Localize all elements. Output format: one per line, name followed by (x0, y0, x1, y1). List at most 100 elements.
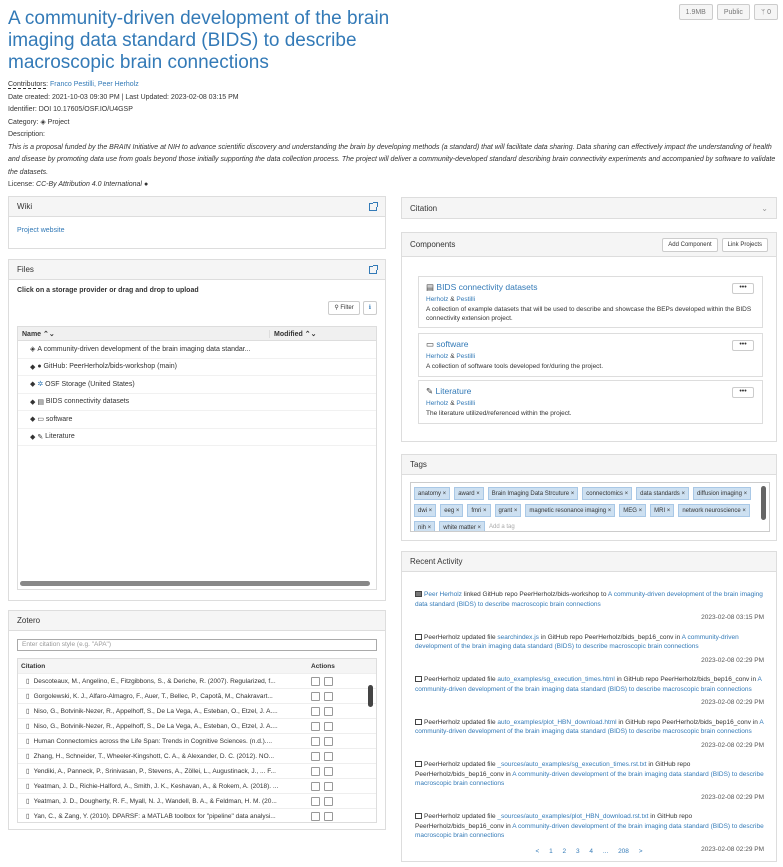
tree-row-project[interactable]: ◈ A community-driven development of the … (18, 341, 376, 359)
tag[interactable]: magnetic resonance imaging × (525, 504, 616, 517)
user-link[interactable]: Peer Herholz (424, 591, 462, 598)
page-3[interactable]: 3 (576, 848, 580, 855)
wiki-link[interactable]: Project website (17, 227, 64, 234)
file-link[interactable]: auto_examples/sg_execution_times.html (497, 676, 614, 683)
download-icon[interactable] (311, 721, 320, 731)
file-link[interactable]: auto_examples/plot_HBN_download.html (497, 719, 616, 726)
component-title[interactable]: BIDS connectivity datasets (436, 282, 537, 292)
page-last[interactable]: 208 (618, 848, 629, 855)
tag[interactable]: grant × (494, 504, 522, 517)
contributors-list[interactable]: Franco Pestilli, Peer Herholz (50, 81, 139, 88)
col-name[interactable]: Name ⌃⌄ (18, 329, 270, 338)
open-external-icon[interactable] (324, 721, 333, 731)
col-modified[interactable]: Modified ⌃⌄ (270, 330, 316, 338)
download-icon[interactable] (311, 691, 320, 701)
citation-row[interactable]: ▯ Yan, C., & Zang, Y. (2010). DPARSF: a M… (18, 809, 376, 822)
download-icon[interactable] (311, 781, 320, 791)
vertical-scrollbar[interactable] (761, 486, 766, 520)
link-projects-button[interactable]: Link Projects (721, 237, 768, 252)
download-icon[interactable] (311, 751, 320, 761)
info-icon[interactable]: ● (144, 181, 148, 188)
citation-row[interactable]: ▯ Human Connectomics across the Life Span… (18, 734, 376, 749)
citation-row[interactable]: ▯ Yendiki, A., Panneck, P., Srinivasan, P… (18, 764, 376, 779)
page-1[interactable]: 1 (549, 848, 553, 855)
download-icon[interactable] (311, 766, 320, 776)
category-value: Project (47, 118, 70, 126)
fork-button[interactable]: ᛘ 0 (753, 4, 778, 20)
page-next[interactable]: > (639, 848, 643, 855)
file-link[interactable]: _sources/auto_examples/sg_execution_time… (497, 761, 646, 768)
filter-button[interactable]: ⚲ Filter (328, 301, 360, 315)
citation-style-input[interactable]: Enter citation style (e.g. "APA") (17, 639, 377, 651)
visibility-button[interactable]: Public (716, 4, 750, 20)
citation-row[interactable]: ▯ Yeatman, J. D., Dougherty, R. F., Myall… (18, 794, 376, 809)
open-external-icon[interactable] (324, 796, 333, 806)
external-link-icon[interactable] (369, 201, 378, 211)
component-title[interactable]: software (436, 339, 468, 349)
more-options-button[interactable]: ••• (732, 283, 754, 294)
open-external-icon[interactable] (324, 781, 333, 791)
external-link-icon[interactable] (369, 264, 378, 274)
more-options-button[interactable]: ••• (732, 340, 754, 351)
citation-row[interactable]: ▯ Zhang, H., Schneider, T., Wheeler-Kings… (18, 749, 376, 764)
open-external-icon[interactable] (324, 691, 333, 701)
tag[interactable]: MEG × (619, 504, 647, 517)
citation-row[interactable]: ▯ Descoteaux, M., Angelino, E., Fitzgibbo… (18, 674, 376, 689)
open-external-icon[interactable] (324, 706, 333, 716)
info-button[interactable]: ℹ (362, 301, 377, 315)
open-external-icon[interactable] (324, 766, 333, 776)
author-link[interactable]: Pestilli (456, 353, 475, 360)
add-component-button[interactable]: Add Component (662, 237, 718, 252)
open-external-icon[interactable] (324, 676, 333, 686)
chevron-down-icon[interactable]: ⌄ (761, 204, 768, 213)
tag[interactable]: eeg × (440, 504, 464, 517)
download-icon[interactable] (311, 811, 320, 821)
tag[interactable]: MRI × (650, 504, 675, 517)
open-external-icon[interactable] (324, 811, 333, 821)
tree-row-osfstorage[interactable]: ◆ ✲ OSF Storage (United States) (18, 376, 376, 394)
component-title[interactable]: Literature (436, 386, 472, 396)
tag[interactable]: data standards × (636, 487, 689, 500)
tree-row-datasets[interactable]: ◆ ▤ BIDS connectivity datasets (18, 394, 376, 411)
license-value[interactable]: CC-By Attribution 4.0 International (36, 181, 142, 188)
citation-row[interactable]: ▯ Niso, G., Botvinik-Nezer, R., Appelhoff… (18, 704, 376, 719)
tag[interactable]: diffusion imaging × (692, 487, 752, 500)
component-card: ✎ Literature Herholz & Pestilli The lite… (418, 380, 763, 424)
download-icon[interactable] (311, 706, 320, 716)
citation-row[interactable]: ▯ Yeatman, J. D., Richie-Halford, A., Smi… (18, 779, 376, 794)
tag[interactable]: fmri × (467, 504, 491, 517)
author-link[interactable]: Pestilli (456, 296, 475, 303)
file-link[interactable]: _sources/auto_examples/plot_HBN_download… (497, 813, 648, 820)
citation-row[interactable]: ▯ Niso, G., Botvinik-Nezer, R., Appelhoff… (18, 719, 376, 734)
tag[interactable]: Brain Imaging Data Strcuture × (487, 487, 579, 500)
citation-panel[interactable]: Citation ⌄ (401, 197, 777, 219)
open-external-icon[interactable] (324, 751, 333, 761)
download-icon[interactable] (311, 676, 320, 686)
horizontal-scrollbar[interactable] (20, 581, 370, 586)
tag[interactable]: nih × (414, 521, 436, 531)
open-external-icon[interactable] (324, 736, 333, 746)
author-link[interactable]: Pestilli (456, 400, 475, 407)
add-tag-input[interactable]: Add a tag (489, 521, 515, 531)
download-icon[interactable] (311, 796, 320, 806)
tag[interactable]: connectomics × (582, 487, 633, 500)
file-link[interactable]: searchindex.js (497, 634, 539, 641)
page-4[interactable]: 4 (589, 848, 593, 855)
tree-row-software[interactable]: ◆ ▭ software (18, 411, 376, 429)
tree-row-literature[interactable]: ◆ ✎ Literature (18, 429, 376, 446)
tag[interactable]: award × (454, 487, 484, 500)
tag[interactable]: dwi × (414, 504, 437, 517)
tag[interactable]: anatomy × (414, 487, 451, 500)
tag[interactable]: white matter × (439, 521, 486, 531)
author-link[interactable]: Herholz (426, 296, 448, 303)
download-icon[interactable] (311, 736, 320, 746)
more-options-button[interactable]: ••• (732, 387, 754, 398)
page-2[interactable]: 2 (563, 848, 567, 855)
tag[interactable]: network neuroscience × (678, 504, 750, 517)
tree-row-github[interactable]: ◆ ● GitHub: PeerHerholz/bids-workshop (m… (18, 359, 376, 376)
author-link[interactable]: Herholz (426, 353, 448, 360)
citation-row[interactable]: ▯ Gorgolewski, K. J., Alfaro-Almagro, F.,… (18, 689, 376, 704)
page-prev[interactable]: < (535, 848, 539, 855)
vertical-scrollbar[interactable] (368, 685, 373, 707)
author-link[interactable]: Herholz (426, 400, 448, 407)
